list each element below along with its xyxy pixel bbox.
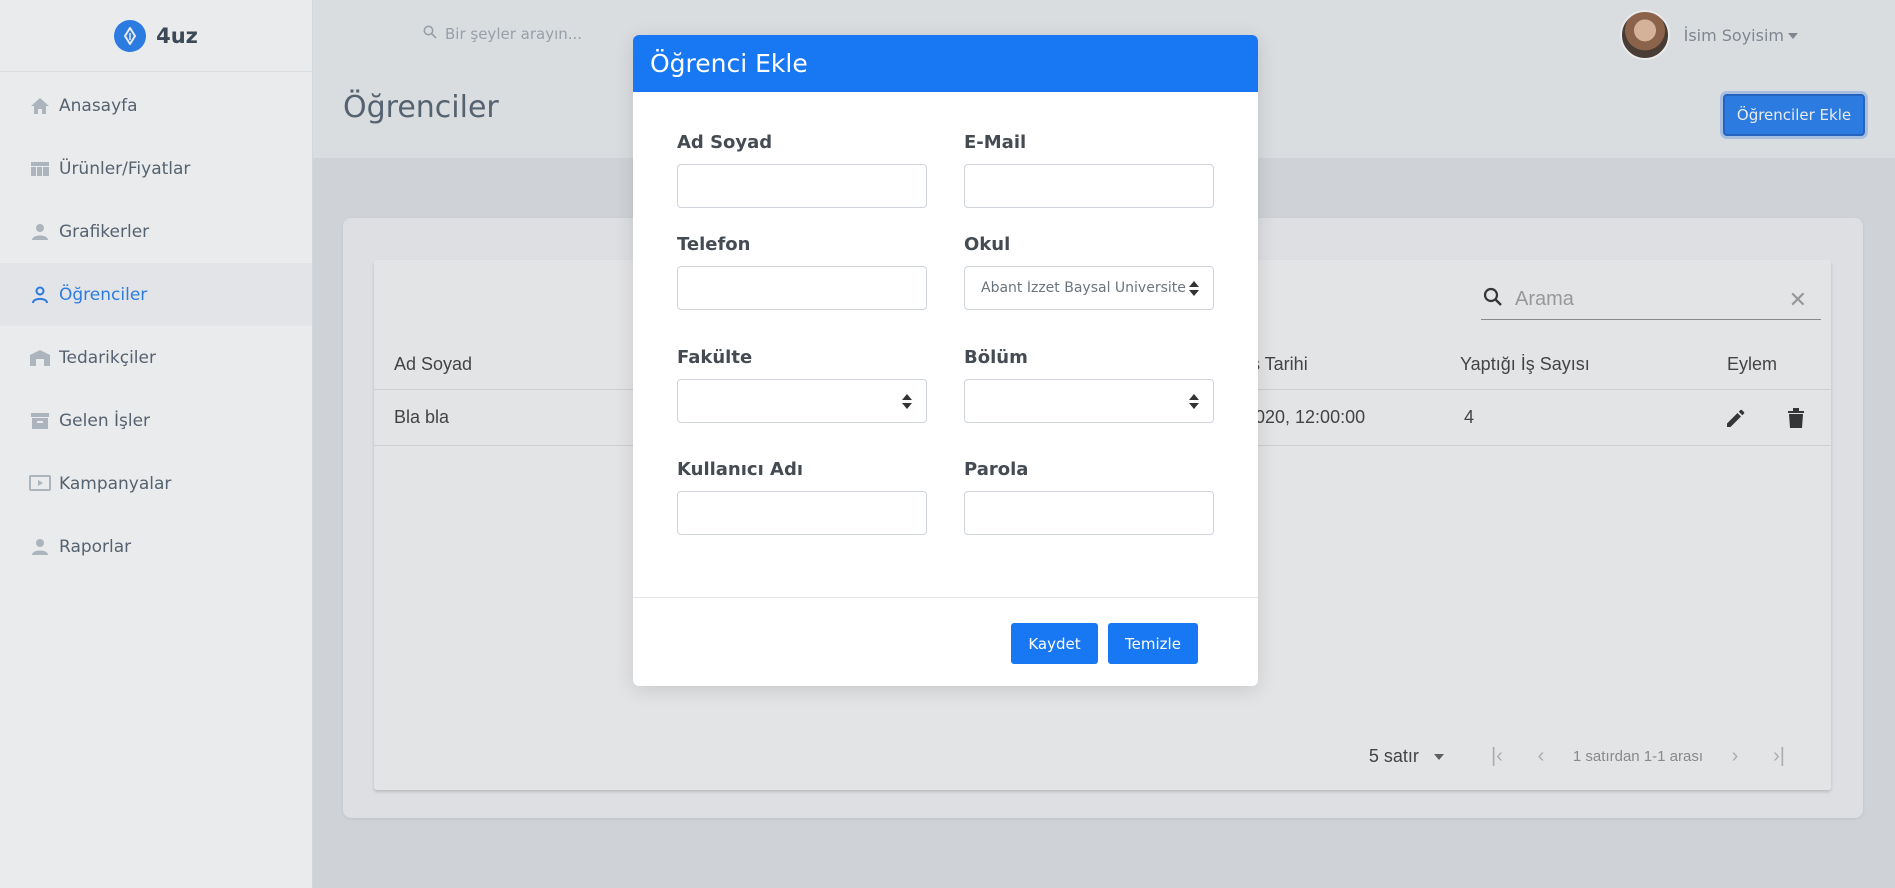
- email-group: E-Mail: [964, 132, 1214, 208]
- telefon-input[interactable]: [677, 266, 927, 310]
- kullanici-adi-group: Kullanıcı Adı: [677, 459, 927, 535]
- parola-label: Parola: [964, 459, 1029, 480]
- bolum-label: Bölüm: [964, 347, 1028, 368]
- select-arrows-icon: [902, 394, 912, 410]
- okul-selected-value: Abant İzzet Baysal Üniversitesi: [981, 280, 1186, 296]
- add-student-modal: Öğrenci Ekle Ad Soyad E-Mail Telefon Oku…: [633, 35, 1258, 686]
- fakulte-label: Fakülte: [677, 347, 753, 368]
- okul-select[interactable]: Abant İzzet Baysal Üniversitesi: [964, 266, 1214, 310]
- telefon-label: Telefon: [677, 234, 751, 255]
- okul-group: Okul Abant İzzet Baysal Üniversitesi: [964, 234, 1214, 310]
- okul-label: Okul: [964, 234, 1011, 255]
- save-button[interactable]: Kaydet: [1011, 623, 1098, 664]
- telefon-group: Telefon: [677, 234, 927, 310]
- kullanici-adi-input[interactable]: [677, 491, 927, 535]
- parola-input[interactable]: [964, 491, 1214, 535]
- modal-body: Ad Soyad E-Mail Telefon Okul Abant İzzet…: [633, 92, 1258, 598]
- email-input[interactable]: [964, 164, 1214, 208]
- ad-soyad-input[interactable]: [677, 164, 927, 208]
- ad-soyad-label: Ad Soyad: [677, 132, 773, 153]
- fakulte-group: Fakülte: [677, 347, 927, 423]
- modal-title: Öğrenci Ekle: [633, 35, 1258, 92]
- select-arrows-icon: [1189, 394, 1199, 410]
- select-arrows-icon: [1189, 281, 1199, 297]
- kullanici-adi-label: Kullanıcı Adı: [677, 459, 804, 480]
- fakulte-select[interactable]: [677, 379, 927, 423]
- modal-footer: Kaydet Temizle: [633, 598, 1258, 686]
- clear-button[interactable]: Temizle: [1108, 623, 1198, 664]
- email-label: E-Mail: [964, 132, 1027, 153]
- parola-group: Parola: [964, 459, 1214, 535]
- ad-soyad-group: Ad Soyad: [677, 132, 927, 208]
- bolum-select[interactable]: [964, 379, 1214, 423]
- bolum-group: Bölüm: [964, 347, 1214, 423]
